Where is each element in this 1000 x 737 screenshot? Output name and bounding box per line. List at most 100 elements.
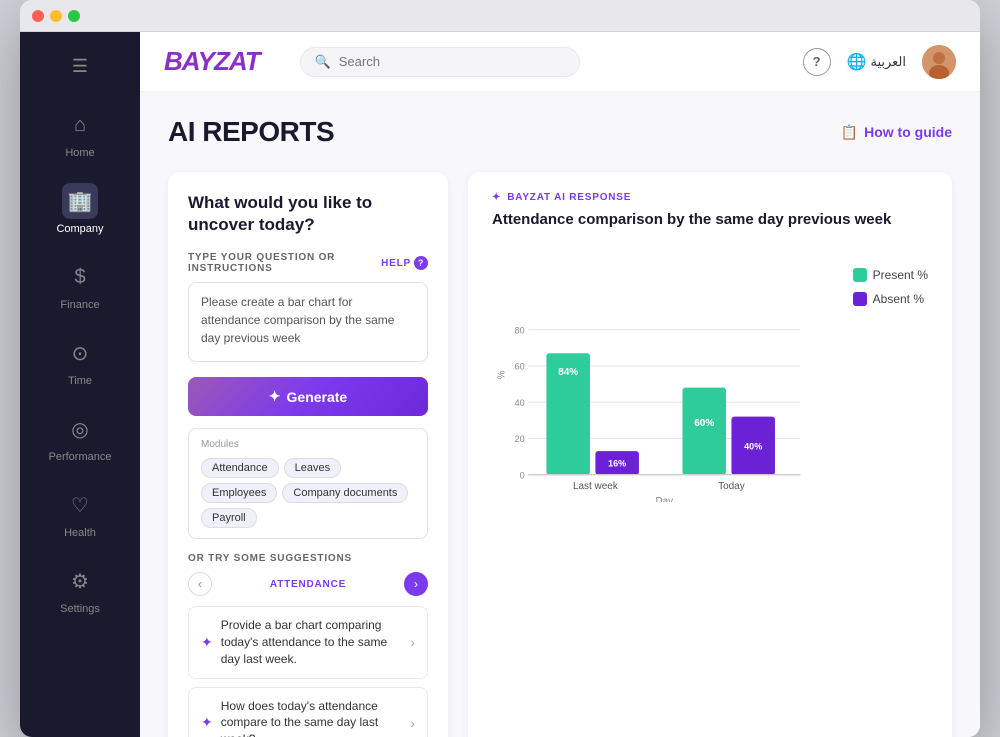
- tag-attendance[interactable]: Attendance: [201, 458, 279, 478]
- how-to-guide-button[interactable]: 📋 How to guide: [841, 124, 952, 141]
- chart-title: Attendance comparison by the same day pr…: [492, 211, 928, 228]
- chevron-right-icon-1: ›: [410, 715, 415, 731]
- nav-prev-button[interactable]: ‹: [188, 572, 212, 596]
- attendance-section-title: ATTENDANCE: [270, 579, 346, 590]
- titlebar: [20, 0, 980, 32]
- svg-text:80: 80: [515, 325, 525, 335]
- svg-text:40%: 40%: [744, 441, 762, 451]
- page-title: AI REPORTS: [168, 116, 334, 148]
- chart-legend: Present % Absent %: [853, 248, 928, 306]
- sidebar-item-finance[interactable]: $ Finance: [20, 249, 140, 321]
- sidebar-item-time[interactable]: ⊙ Time: [20, 325, 140, 397]
- avatar[interactable]: [922, 45, 956, 79]
- ai-response-label: ✦ BAYZAT AI RESPONSE: [492, 192, 928, 203]
- legend-present: Present %: [853, 268, 928, 282]
- avatar-image: [922, 45, 956, 79]
- svg-text:0: 0: [520, 470, 525, 480]
- legend-absent-label: Absent %: [873, 292, 924, 306]
- sidebar-label-health: Health: [64, 527, 96, 539]
- svg-text:Day: Day: [655, 496, 673, 502]
- tags-container: Attendance Leaves Employees Company docu…: [201, 458, 415, 528]
- help-tag: Help ?: [381, 256, 428, 270]
- logo: BAYZAT: [164, 46, 260, 77]
- bar-today-present: [682, 388, 726, 475]
- app-body: ☰ ⌂ Home 🏢 Company $ Finance ⊙: [20, 32, 980, 737]
- ai-icon-1: ✦: [201, 714, 213, 731]
- attendance-nav: ‹ ATTENDANCE ›: [188, 572, 428, 596]
- suggestion-item-0[interactable]: ✦ Provide a bar chart comparing today's …: [188, 606, 428, 678]
- sidebar-item-settings[interactable]: ⚙ Settings: [20, 553, 140, 625]
- sidebar-item-performance[interactable]: ◎ Performance: [20, 401, 140, 473]
- legend-present-label: Present %: [873, 268, 928, 282]
- page: AI REPORTS 📋 How to guide What would you…: [140, 92, 980, 737]
- svg-text:20: 20: [515, 434, 525, 444]
- sidebar: ☰ ⌂ Home 🏢 Company $ Finance ⊙: [20, 32, 140, 737]
- generate-button[interactable]: ✦ Generate: [188, 377, 428, 416]
- nav-next-button[interactable]: ›: [404, 572, 428, 596]
- sidebar-label-finance: Finance: [60, 299, 99, 311]
- tag-employees[interactable]: Employees: [201, 483, 277, 503]
- guide-icon: 📋: [841, 124, 858, 141]
- maximize-dot[interactable]: [68, 10, 80, 22]
- minimize-dot[interactable]: [50, 10, 62, 22]
- bar-chart: % 0 20: [492, 248, 837, 502]
- tag-leaves[interactable]: Leaves: [284, 458, 341, 478]
- time-icon: ⊙: [72, 341, 89, 366]
- performance-icon: ◎: [71, 417, 88, 442]
- chart-container: % 0 20: [492, 248, 837, 507]
- close-dot[interactable]: [32, 10, 44, 22]
- sidebar-label-performance: Performance: [49, 451, 112, 463]
- modules-label: Modules: [201, 439, 415, 450]
- or-try-label: OR TRY SOME SUGGESTIONS: [188, 553, 428, 564]
- svg-text:60: 60: [515, 362, 525, 372]
- company-icon: 🏢: [68, 189, 93, 214]
- legend-absent-color: [853, 292, 867, 306]
- suggestion-item-1[interactable]: ✦ How does today's attendance compare to…: [188, 687, 428, 737]
- generate-icon: ✦: [269, 388, 281, 405]
- page-header: AI REPORTS 📋 How to guide: [168, 116, 952, 148]
- instruction-textarea[interactable]: Please create a bar chart for attendance…: [188, 282, 428, 362]
- svg-text:Today: Today: [718, 481, 745, 492]
- svg-text:40: 40: [515, 398, 525, 408]
- tag-company-documents[interactable]: Company documents: [282, 483, 408, 503]
- right-panel: ✦ BAYZAT AI RESPONSE Attendance comparis…: [468, 172, 952, 737]
- search-input[interactable]: [339, 54, 565, 69]
- sidebar-item-health[interactable]: ♡ Health: [20, 477, 140, 549]
- generate-label: Generate: [287, 389, 348, 405]
- ai-icon-0: ✦: [201, 634, 213, 651]
- hamburger-icon: ☰: [72, 56, 88, 77]
- help-button[interactable]: ?: [803, 48, 831, 76]
- panel-question: What would you like to uncover today?: [188, 192, 428, 236]
- guide-label: How to guide: [864, 124, 952, 140]
- sidebar-item-home[interactable]: ⌂ Home: [20, 97, 140, 169]
- legend-absent: Absent %: [853, 292, 928, 306]
- main-content: BAYZAT 🔍 ? 🌐 العربية: [140, 32, 980, 737]
- hamburger-button[interactable]: ☰: [20, 48, 140, 93]
- suggestion-text-0: Provide a bar chart comparing today's at…: [221, 617, 403, 667]
- health-icon: ♡: [71, 493, 89, 518]
- search-bar[interactable]: 🔍: [300, 47, 580, 77]
- app-window: ☰ ⌂ Home 🏢 Company $ Finance ⊙: [20, 0, 980, 737]
- language-button[interactable]: 🌐 العربية: [847, 52, 906, 72]
- search-icon: 🔍: [315, 54, 331, 70]
- left-panel: What would you like to uncover today? TY…: [168, 172, 448, 737]
- sidebar-label-company: Company: [56, 223, 103, 235]
- tag-payroll[interactable]: Payroll: [201, 508, 257, 528]
- help-circle-icon: ?: [414, 256, 428, 270]
- sidebar-label-settings: Settings: [60, 603, 100, 615]
- legend-present-color: [853, 268, 867, 282]
- globe-icon: 🌐: [847, 52, 867, 72]
- chevron-right-icon-0: ›: [410, 634, 415, 650]
- sidebar-label-time: Time: [68, 375, 92, 387]
- svg-text:84%: 84%: [558, 367, 578, 378]
- svg-text:60%: 60%: [694, 418, 714, 429]
- suggestion-text-1: How does today's attendance compare to t…: [221, 698, 403, 737]
- sidebar-item-company[interactable]: 🏢 Company: [20, 173, 140, 245]
- home-icon: ⌂: [74, 114, 86, 137]
- header: BAYZAT 🔍 ? 🌐 العربية: [140, 32, 980, 92]
- ai-response-icon: ✦: [492, 192, 501, 203]
- svg-text:Last week: Last week: [573, 481, 618, 492]
- finance-icon: $: [74, 266, 85, 289]
- chart-area: % 0 20: [492, 248, 928, 507]
- language-label: العربية: [870, 54, 906, 70]
